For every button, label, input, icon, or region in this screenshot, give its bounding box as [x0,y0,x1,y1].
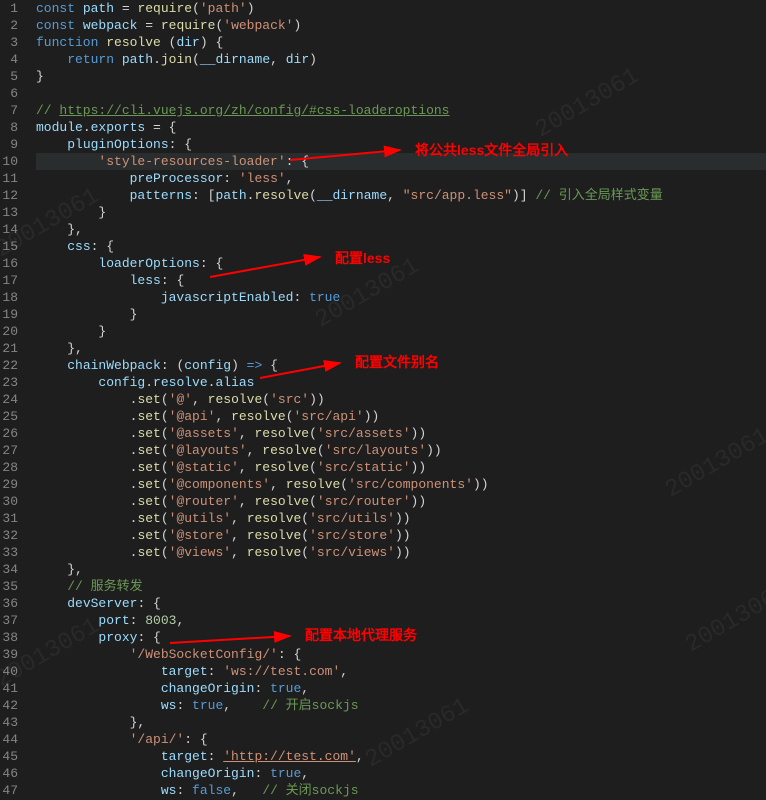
code-line[interactable]: } [36,68,766,85]
code-line[interactable]: config.resolve.alias [36,374,766,391]
code-line[interactable]: .set('@views', resolve('src/views')) [36,544,766,561]
code-line[interactable]: return path.join(__dirname, dir) [36,51,766,68]
line-number: 36 [0,595,18,612]
code-line[interactable]: less: { [36,272,766,289]
line-number: 33 [0,544,18,561]
line-number: 20 [0,323,18,340]
line-number: 15 [0,238,18,255]
code-line[interactable]: const path = require('path') [36,0,766,17]
line-number: 23 [0,374,18,391]
code-line[interactable]: }, [36,714,766,731]
code-line[interactable]: function resolve (dir) { [36,34,766,51]
line-number: 19 [0,306,18,323]
line-number: 32 [0,527,18,544]
line-number: 16 [0,255,18,272]
line-number: 41 [0,680,18,697]
code-line[interactable]: .set('@router', resolve('src/router')) [36,493,766,510]
code-content[interactable]: const path = require('path') const webpa… [28,0,766,799]
code-line[interactable]: css: { [36,238,766,255]
line-number: 14 [0,221,18,238]
line-number: 17 [0,272,18,289]
code-line[interactable]: target: 'http://test.com', [36,748,766,765]
code-line[interactable]: } [36,323,766,340]
code-line[interactable]: // https://cli.vuejs.org/zh/config/#css-… [36,102,766,119]
line-number: 40 [0,663,18,680]
code-line[interactable]: ws: false, // 关闭sockjs [36,782,766,799]
line-number: 24 [0,391,18,408]
line-number: 9 [0,136,18,153]
line-number: 2 [0,17,18,34]
code-line[interactable]: } [36,204,766,221]
code-line[interactable]: }, [36,561,766,578]
line-number: 45 [0,748,18,765]
code-line[interactable]: 'style-resources-loader': { [36,153,766,170]
line-number: 18 [0,289,18,306]
code-line[interactable]: .set('@store', resolve('src/store')) [36,527,766,544]
code-line[interactable]: .set('@assets', resolve('src/assets')) [36,425,766,442]
code-line[interactable]: port: 8003, [36,612,766,629]
line-number: 47 [0,782,18,799]
line-number: 46 [0,765,18,782]
line-number: 8 [0,119,18,136]
line-number: 6 [0,85,18,102]
code-line[interactable]: preProcessor: 'less', [36,170,766,187]
code-line[interactable]: '/api/': { [36,731,766,748]
code-line[interactable]: } [36,306,766,323]
code-line[interactable]: pluginOptions: { [36,136,766,153]
line-number: 26 [0,425,18,442]
line-number: 28 [0,459,18,476]
code-line[interactable]: .set('@', resolve('src')) [36,391,766,408]
line-number: 34 [0,561,18,578]
code-line[interactable]: proxy: { [36,629,766,646]
line-number: 35 [0,578,18,595]
line-number: 1 [0,0,18,17]
code-line[interactable]: .set('@components', resolve('src/compone… [36,476,766,493]
line-number: 44 [0,731,18,748]
line-number: 5 [0,68,18,85]
code-line[interactable]: .set('@static', resolve('src/static')) [36,459,766,476]
code-line[interactable]: .set('@layouts', resolve('src/layouts')) [36,442,766,459]
code-line[interactable]: // 服务转发 [36,578,766,595]
line-number: 4 [0,51,18,68]
code-line[interactable]: changeOrigin: true, [36,765,766,782]
code-line[interactable]: devServer: { [36,595,766,612]
code-line[interactable]: '/WebSocketConfig/': { [36,646,766,663]
code-line[interactable] [36,85,766,102]
code-line[interactable]: }, [36,340,766,357]
line-number: 27 [0,442,18,459]
line-number: 10 [0,153,18,170]
line-number: 29 [0,476,18,493]
line-number: 22 [0,357,18,374]
line-number: 13 [0,204,18,221]
line-number: 25 [0,408,18,425]
line-number: 43 [0,714,18,731]
line-number: 21 [0,340,18,357]
code-line[interactable]: }, [36,221,766,238]
code-line[interactable]: .set('@api', resolve('src/api')) [36,408,766,425]
code-line[interactable]: target: 'ws://test.com', [36,663,766,680]
line-number: 31 [0,510,18,527]
code-line[interactable]: loaderOptions: { [36,255,766,272]
line-number: 39 [0,646,18,663]
line-number: 38 [0,629,18,646]
code-line[interactable]: .set('@utils', resolve('src/utils')) [36,510,766,527]
code-editor[interactable]: 1 2 3 4 5 6 7 8 9 10 11 12 13 14 15 16 1… [0,0,766,799]
line-number: 3 [0,34,18,51]
line-number: 7 [0,102,18,119]
line-number: 30 [0,493,18,510]
code-line[interactable]: ws: true, // 开启sockjs [36,697,766,714]
code-line[interactable]: javascriptEnabled: true [36,289,766,306]
code-line[interactable]: changeOrigin: true, [36,680,766,697]
code-line[interactable]: const webpack = require('webpack') [36,17,766,34]
code-line[interactable]: patterns: [path.resolve(__dirname, "src/… [36,187,766,204]
line-gutter: 1 2 3 4 5 6 7 8 9 10 11 12 13 14 15 16 1… [0,0,28,799]
line-number: 12 [0,187,18,204]
line-number: 11 [0,170,18,187]
line-number: 42 [0,697,18,714]
code-line[interactable]: module.exports = { [36,119,766,136]
code-line[interactable]: chainWebpack: (config) => { [36,357,766,374]
line-number: 37 [0,612,18,629]
